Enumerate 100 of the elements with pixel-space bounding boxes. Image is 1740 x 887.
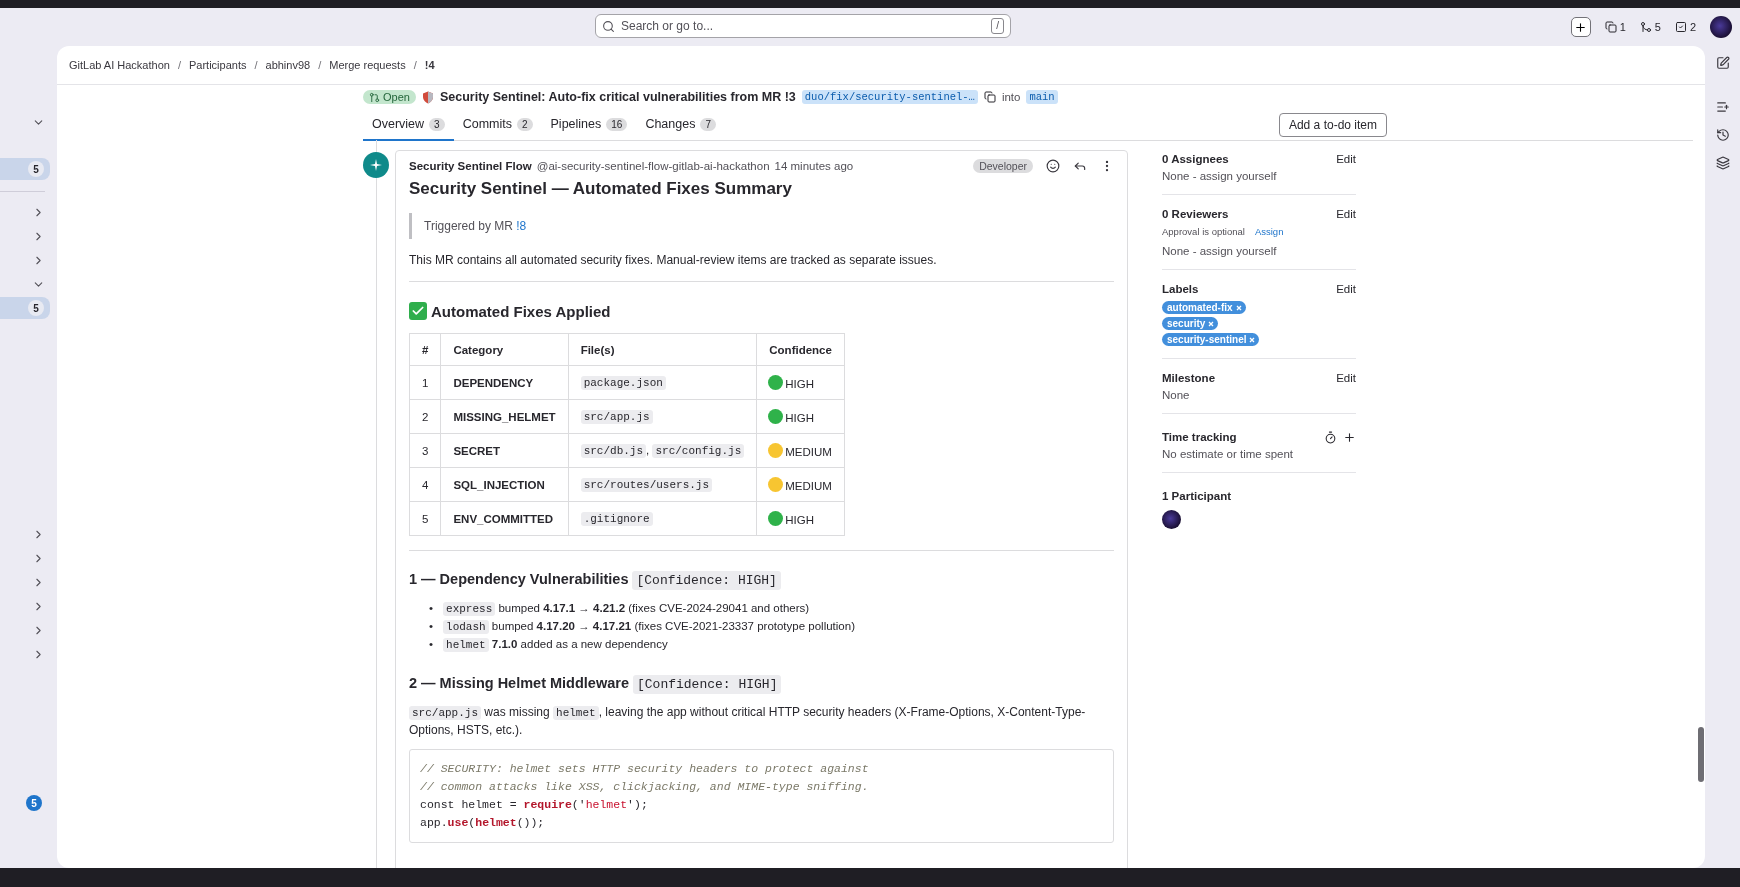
- reply-icon: [1073, 159, 1087, 173]
- table-cell: SQL_INJECTION: [440, 467, 569, 502]
- checkbox-icon: [1674, 21, 1687, 33]
- shortcut-key: /: [991, 18, 1004, 34]
- list-add-icon[interactable]: [1715, 100, 1730, 114]
- bullet-marker: •: [429, 601, 434, 616]
- counter-button[interactable]: 1: [1604, 21, 1626, 33]
- sidebar-item[interactable]: 5: [0, 297, 50, 319]
- merge-request-title: Security Sentinel: Auto-fix critical vulnerabilities from MR !3: [439, 90, 796, 104]
- breadcrumb-link[interactable]: GitLab AI Hackathon: [69, 59, 170, 71]
- search-field[interactable]: Search or go to... /: [595, 14, 1011, 38]
- edit-icon[interactable]: [1715, 56, 1730, 70]
- column-header: Category: [440, 333, 569, 366]
- layers-icon[interactable]: [1715, 156, 1730, 170]
- table-cell: src/db.js , src/config.js: [568, 433, 757, 468]
- confidence-text: HIGH: [785, 412, 815, 424]
- breadcrumb-link[interactable]: Participants: [188, 59, 247, 71]
- table-cell: 1: [409, 365, 441, 400]
- stopwatch-icon[interactable]: [1324, 430, 1337, 444]
- table-cell: package.json: [568, 365, 757, 400]
- breadcrumb-separator: /: [413, 59, 417, 71]
- section-title: Time tracking: [1162, 431, 1237, 443]
- column-header: File(s): [568, 333, 757, 366]
- counter-button[interactable]: 5: [1639, 21, 1661, 33]
- status-badge: Open: [363, 90, 416, 104]
- source-branch[interactable]: duo/fix/security-sentinel-…: [801, 90, 978, 104]
- target-branch[interactable]: main: [1026, 90, 1058, 104]
- section-heading: 1 — Dependency Vulnerabilities [Confidence: HIGH]: [409, 571, 1114, 588]
- new-button[interactable]: [1570, 17, 1591, 37]
- section-title: 0 Reviewers: [1162, 208, 1229, 220]
- breadcrumb-link[interactable]: Merge requests: [329, 59, 406, 71]
- mr-link[interactable]: !8: [516, 219, 527, 233]
- add-todo-button[interactable]: Add a to-do item: [1278, 112, 1387, 137]
- confidence-text: HIGH: [785, 514, 815, 526]
- check-icon: [409, 302, 427, 320]
- breadcrumb-link[interactable]: abhinv98: [265, 59, 311, 71]
- timestamp: 14 minutes ago: [774, 160, 854, 172]
- paragraph: src/app.js was missing helmet , leaving the app without critical HTTP security headers (X-Frame-Options, X-Content-Type-Options, HSTS, etc.).: [409, 704, 1087, 739]
- intro-text: This MR contains all automated security fixes. Manual-review items are tracked as separate issues.: [409, 252, 938, 269]
- author-name[interactable]: Security Sentinel Flow: [409, 160, 532, 172]
- edit-button[interactable]: Edit: [1336, 153, 1356, 165]
- edit-button[interactable]: Edit: [1336, 208, 1356, 220]
- copy-icon[interactable]: [983, 91, 996, 103]
- author-handle: @ai-security-sentinel-flow-gitlab-ai-hackathon: [536, 160, 770, 172]
- table-cell: 4: [409, 467, 441, 502]
- assign-link[interactable]: Assign: [1254, 226, 1284, 237]
- user-avatar[interactable]: [1710, 16, 1732, 38]
- history-icon[interactable]: [1715, 128, 1730, 142]
- tab[interactable]: Pipelines 16: [541, 109, 637, 141]
- remove-icon[interactable]: [1249, 336, 1256, 343]
- tab[interactable]: Overview 3: [363, 109, 454, 141]
- counter-button[interactable]: 2: [1674, 21, 1696, 33]
- notification-badge: 5: [26, 795, 42, 811]
- time-tracking-value: No estimate or time spent: [1162, 448, 1295, 460]
- approval-text: Approval is optional: [1162, 226, 1245, 237]
- table-cell: MISSING_HELMET: [440, 399, 569, 434]
- remove-icon[interactable]: [1208, 320, 1215, 327]
- plus-icon: [1574, 20, 1588, 34]
- remove-icon[interactable]: [1235, 304, 1242, 311]
- assignees-value: None - assign yourself: [1162, 170, 1278, 182]
- confidence-text: MEDIUM: [785, 480, 832, 492]
- section-title: Milestone: [1162, 372, 1216, 384]
- reviewers-value: None - assign yourself: [1162, 245, 1278, 257]
- section-heading: Automated Fixes Applied: [431, 302, 611, 320]
- list-item: express bumped 4.17.1 → 4.21.2 (fixes CVE-2024-29041 and others): [443, 599, 810, 617]
- copy-icon: [1604, 21, 1617, 33]
- sidebar-item[interactable]: 5: [0, 158, 50, 180]
- breadcrumb-separator: /: [318, 59, 322, 71]
- column-header: #: [409, 333, 441, 366]
- bot-avatar: [363, 152, 389, 178]
- confidence-text: HIGH: [785, 378, 815, 390]
- tab[interactable]: Changes 7: [636, 109, 725, 141]
- table-cell: src/routes/users.js: [568, 467, 757, 502]
- table-cell: SECRET: [440, 433, 569, 468]
- breadcrumb-link[interactable]: !4: [424, 59, 435, 71]
- shield-icon: [421, 90, 434, 104]
- participant-avatar[interactable]: [1162, 510, 1181, 529]
- list-item: lodash bumped 4.17.20 → 4.17.21 (fixes CVE-2021-23337 prototype pollution): [443, 617, 855, 635]
- code-block: // SECURITY: helmet sets HTTP security headers to protect against // common attacks like XSS, clickjacking, and MIME-type sniffing. const helmet = require('helmet'); app.use(helmet());: [409, 749, 1114, 843]
- table-cell: 2: [409, 399, 441, 434]
- add-icon[interactable]: [1343, 430, 1356, 444]
- tab[interactable]: Commits 2: [453, 109, 542, 141]
- table-cell: 5: [409, 501, 441, 536]
- merge-icon: [1639, 21, 1652, 33]
- section-title: 1 Participant: [1162, 490, 1232, 502]
- milestone-value: None: [1162, 389, 1191, 401]
- edit-button[interactable]: Edit: [1336, 283, 1356, 295]
- comment-heading: Security Sentinel — Automated Fixes Summary: [409, 179, 793, 199]
- quote-text: Triggered by MR !8: [409, 213, 1114, 239]
- into-label: into: [1001, 91, 1021, 103]
- scrollbar-thumb[interactable]: [1698, 727, 1704, 782]
- breadcrumb-separator: /: [177, 59, 181, 71]
- search-icon: [602, 19, 615, 33]
- section-title: Labels: [1162, 283, 1199, 295]
- bullet-marker: •: [429, 637, 434, 652]
- section-heading: 2 — Missing Helmet Middleware [Confidence: HIGH]: [409, 675, 1114, 692]
- table-cell: ENV_COMMITTED: [440, 501, 569, 536]
- table-cell: DEPENDENCY: [440, 365, 569, 400]
- edit-button[interactable]: Edit: [1336, 372, 1356, 384]
- breadcrumb-separator: /: [254, 59, 258, 71]
